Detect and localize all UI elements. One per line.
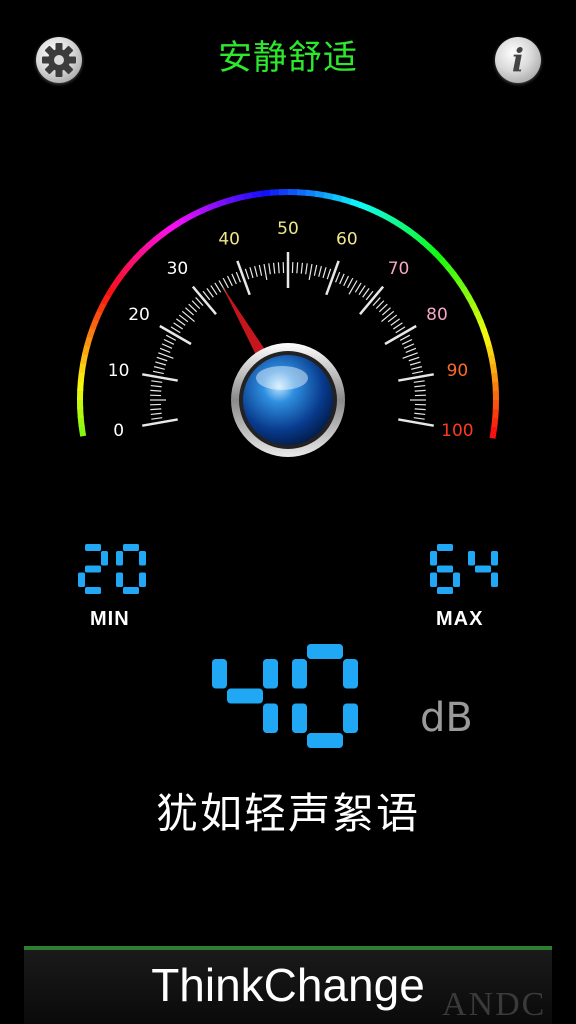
digit-segment <box>78 572 85 587</box>
digit-segment <box>116 572 123 587</box>
digit-segment <box>307 644 343 659</box>
digit-segment <box>430 572 437 587</box>
sound-level-gauge: 0 10 20 30 40 50 60 70 80 90 100 <box>77 188 500 457</box>
digit-segment <box>343 659 358 689</box>
gauge-label: 100 <box>441 421 473 441</box>
digit-segment <box>292 659 307 689</box>
gauge-label: 80 <box>426 305 448 325</box>
gauge-label: 60 <box>336 229 358 249</box>
digit-segment <box>307 733 343 748</box>
digit-segment <box>430 551 437 566</box>
watermark: ANDC <box>442 986 547 1023</box>
page-title: 安静舒适 <box>218 38 358 78</box>
digit-segment <box>491 572 498 587</box>
max-label: MAX <box>436 608 484 630</box>
digit-segment <box>453 572 460 587</box>
digit-segment <box>212 659 227 689</box>
digit-segment <box>263 659 278 689</box>
digit-segment <box>263 703 278 733</box>
digit-segment <box>437 587 453 594</box>
digit-segment <box>491 551 498 566</box>
gauge-label: 70 <box>388 259 410 279</box>
digit-segment <box>292 703 307 733</box>
digit-segment <box>123 587 139 594</box>
min-value-display <box>78 544 146 594</box>
digit-segment <box>227 688 263 704</box>
digit-segment <box>437 544 453 551</box>
digit-segment <box>139 572 146 587</box>
max-value-digits <box>430 544 498 594</box>
min-value-digits <box>78 544 146 594</box>
digit-segment <box>139 551 146 566</box>
digit-segment <box>437 565 453 573</box>
noise-description: 犹如轻声絮语 <box>155 789 420 838</box>
digit-segment <box>85 565 101 573</box>
max-value-display <box>430 544 498 594</box>
digit-segment <box>85 587 101 594</box>
gauge-label: 0 <box>113 421 124 441</box>
digit-segment <box>101 551 108 566</box>
gauge-label: 90 <box>447 361 469 381</box>
digit-segment <box>475 565 491 573</box>
gauge-knob <box>231 343 345 457</box>
gauge-label: 20 <box>128 305 150 325</box>
digit-segment <box>343 703 358 733</box>
gauge-label: 50 <box>277 219 299 239</box>
min-label: MIN <box>90 608 130 630</box>
gauge-label: 10 <box>108 361 130 381</box>
current-level-digits <box>212 644 358 748</box>
current-level-display <box>212 644 358 748</box>
digit-segment <box>116 551 123 566</box>
gauge-label: 30 <box>167 259 189 279</box>
digit-segment <box>468 551 475 566</box>
unit-label: dB <box>420 695 473 741</box>
info-button[interactable]: i <box>495 37 541 83</box>
digit-segment <box>85 544 101 551</box>
digit-segment <box>123 544 139 551</box>
gauge-label: 40 <box>218 229 240 249</box>
info-icon: i <box>511 41 525 79</box>
